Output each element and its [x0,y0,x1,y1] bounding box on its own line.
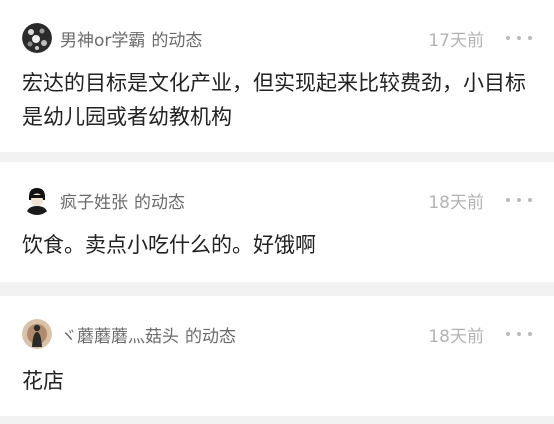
person-avatar-icon[interactable] [22,185,52,215]
silhouette-avatar-icon[interactable] [22,319,52,349]
feed-item-header: 疯子姓张 的动态 18天前 [22,184,532,216]
username-link[interactable]: ヾ蘑蘑蘑灬菇头 [60,322,179,347]
activity-label: 的动态 [134,192,185,213]
feed-item-header: 男神or学霸 的动态 17天前 [22,22,532,54]
more-options-icon[interactable] [506,36,532,40]
feed-item: ヾ蘑蘑蘑灬菇头 的动态 18天前 花店 [0,296,554,416]
activity-label: 的动态 [151,30,203,51]
patterned-avatar-icon[interactable] [22,23,52,53]
post-content: 花店 [22,369,64,393]
username-link[interactable]: 疯子姓张 [60,188,128,213]
post-content: 饮食。卖点小吃什么的。好饿啊 [22,233,316,257]
username-link[interactable]: 男神or学霸 [60,26,145,51]
feed-item-header: ヾ蘑蘑蘑灬菇头 的动态 18天前 [22,318,532,350]
feed-item: 男神or学霸 的动态 17天前 宏达的目标是文化产业，但实现起来比较费劲，小目标… [0,0,554,152]
activity-label: 的动态 [185,326,236,347]
more-options-icon[interactable] [506,332,532,336]
post-content: 宏达的目标是文化产业，但实现起来比较费劲，小目标是幼儿园或者幼教机构 [22,71,526,129]
timestamp: 17天前 [428,30,484,51]
more-options-icon[interactable] [506,198,532,202]
timestamp: 18天前 [428,326,484,347]
feed-item: 疯子姓张 的动态 18天前 饮食。卖点小吃什么的。好饿啊 [0,162,554,282]
timestamp: 18天前 [428,192,484,213]
